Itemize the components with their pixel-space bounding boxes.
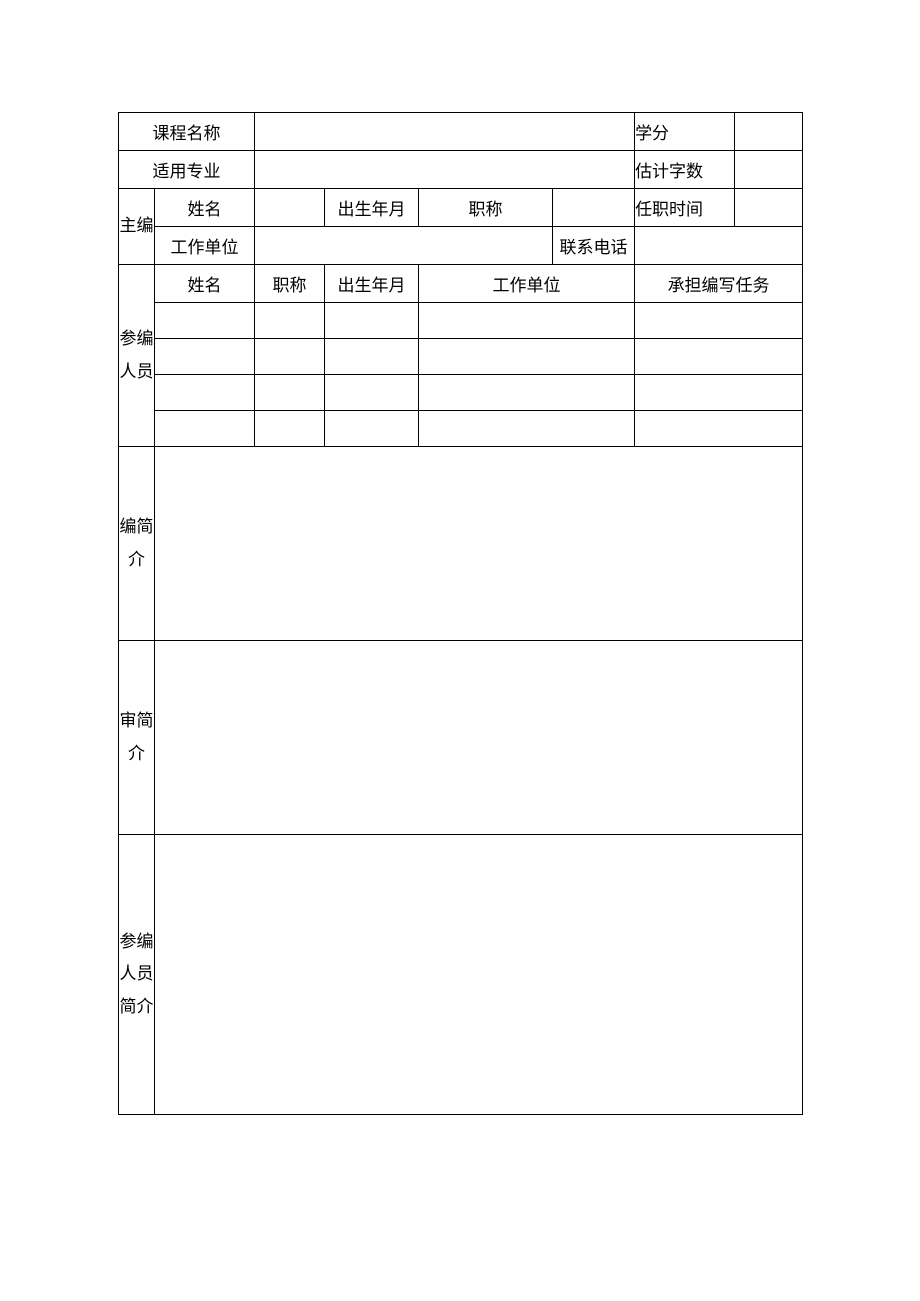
label-major: 适用专业 xyxy=(119,151,255,189)
label-chief-workunit: 工作单位 xyxy=(155,227,255,265)
value-chief-contact xyxy=(635,227,803,265)
label-tenure-time: 任职时间 xyxy=(635,189,735,227)
value-course-name xyxy=(255,113,635,151)
value-credits xyxy=(735,113,803,151)
form-table: 课程名称 学分 适用专业 估计字数 主编 姓名 出生年月 职称 任职时间 工作单… xyxy=(118,112,803,1115)
label-chief-title: 职称 xyxy=(419,189,553,227)
label-chief-name: 姓名 xyxy=(155,189,255,227)
label-editor-bio: 编简介 xyxy=(119,447,155,641)
value-chief-name xyxy=(255,189,325,227)
col-birth: 出生年月 xyxy=(325,265,419,303)
value-chief-title xyxy=(553,189,635,227)
value-major xyxy=(255,151,635,189)
label-contributors-bio: 参编人员简介 xyxy=(119,835,155,1115)
contributor-row xyxy=(119,411,803,447)
col-workunit: 工作单位 xyxy=(419,265,635,303)
label-course-name: 课程名称 xyxy=(119,113,255,151)
value-chief-workunit xyxy=(255,227,553,265)
label-chief-contact: 联系电话 xyxy=(553,227,635,265)
col-task: 承担编写任务 xyxy=(635,265,803,303)
col-name: 姓名 xyxy=(155,265,255,303)
label-chief-birth: 出生年月 xyxy=(325,189,419,227)
value-editor-bio xyxy=(155,447,803,641)
label-credits: 学分 xyxy=(635,113,735,151)
contributor-row xyxy=(119,339,803,375)
label-reviewer-bio: 审简介 xyxy=(119,641,155,835)
value-chief-tenure xyxy=(735,189,803,227)
contributor-row xyxy=(119,375,803,411)
label-contributors: 参编人员 xyxy=(119,265,155,447)
label-word-count: 估计字数 xyxy=(635,151,735,189)
label-chief-editor: 主编 xyxy=(119,189,155,265)
value-reviewer-bio xyxy=(155,641,803,835)
col-title: 职称 xyxy=(255,265,325,303)
contributor-row xyxy=(119,303,803,339)
value-contributors-bio xyxy=(155,835,803,1115)
value-word-count xyxy=(735,151,803,189)
